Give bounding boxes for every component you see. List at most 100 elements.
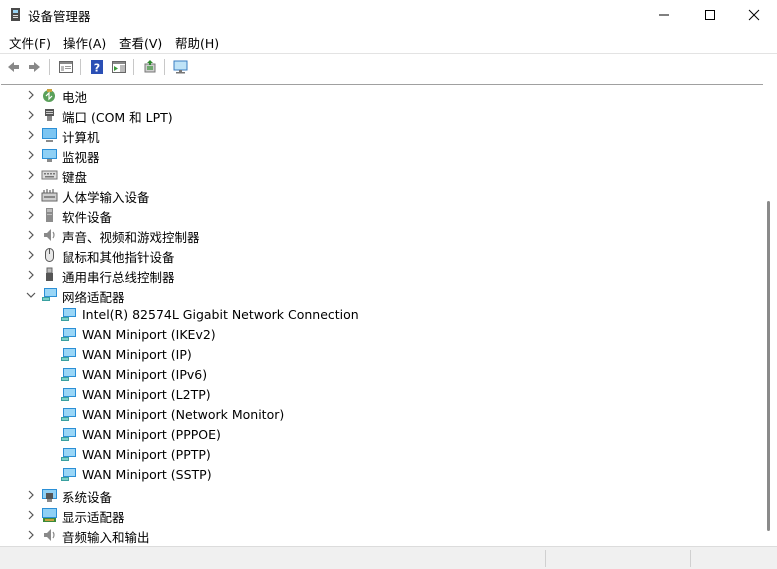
tree-item-display-adapters[interactable]: 显示适配器 <box>1 505 761 525</box>
chevron-right-icon[interactable] <box>25 109 37 121</box>
tree-child-label: WAN Miniport (L2TP) <box>82 387 211 402</box>
chevron-right-icon[interactable] <box>25 509 37 521</box>
tree-item-label: 人体学输入设备 <box>62 190 150 205</box>
minimize-button[interactable] <box>641 0 687 30</box>
chevron-right-icon[interactable] <box>25 189 37 201</box>
properties-pane-button[interactable] <box>56 57 76 77</box>
chevron-right-icon[interactable] <box>25 529 37 541</box>
chevron-right-icon[interactable] <box>25 129 37 141</box>
menu-file[interactable]: 文件(F) <box>9 33 51 52</box>
device-manager-icon <box>11 8 20 21</box>
chevron-right-icon[interactable] <box>25 489 37 501</box>
chevron-right-icon[interactable] <box>25 149 37 161</box>
tree-item-usb[interactable]: 通用串行总线控制器 <box>1 265 761 285</box>
minimize-icon <box>659 14 669 16</box>
tree-child-network-adapter[interactable]: WAN Miniport (L2TP) <box>1 385 761 405</box>
chevron-right-icon[interactable] <box>25 249 37 261</box>
audio-io-icon <box>44 529 55 541</box>
tree-item-label: 软件设备 <box>62 210 113 225</box>
help-button[interactable]: ? <box>87 57 107 77</box>
window-title: 设备管理器 <box>28 9 91 24</box>
svg-text:?: ? <box>94 62 100 75</box>
update-driver-button[interactable] <box>140 57 160 77</box>
tree-item-keyboards[interactable]: 键盘 <box>1 165 761 185</box>
tree-item-label: 声音、视频和游戏控制器 <box>62 230 200 245</box>
forward-button[interactable] <box>25 57 45 77</box>
scan-hardware-button[interactable] <box>171 57 191 77</box>
tree-child-network-adapter[interactable]: Intel(R) 82574L Gigabit Network Connecti… <box>1 305 761 325</box>
tree-child-network-adapter[interactable]: WAN Miniport (PPTP) <box>1 445 761 465</box>
hid-icon <box>41 189 58 202</box>
network-adapter-icon <box>61 448 76 461</box>
network-adapter-icon <box>61 368 76 381</box>
tree-child-label: WAN Miniport (SSTP) <box>82 467 212 482</box>
chevron-right-icon[interactable] <box>25 209 37 221</box>
forward-icon <box>29 62 40 72</box>
tree-item-label: 计算机 <box>62 130 100 145</box>
tree-child-label: WAN Miniport (Network Monitor) <box>82 407 285 422</box>
menu-help[interactable]: 帮助(H) <box>175 33 219 52</box>
chevron-right-icon[interactable] <box>25 229 37 241</box>
tree-child-network-adapter[interactable]: WAN Miniport (IP) <box>1 345 761 365</box>
tree-item-sound[interactable]: 声音、视频和游戏控制器 <box>1 225 761 245</box>
tree-child-network-adapter[interactable]: WAN Miniport (IKEv2) <box>1 325 761 345</box>
tree-item-label: 音频输入和输出 <box>62 530 150 545</box>
menu-bar: 文件(F) 操作(A) 查看(V) 帮助(H) <box>0 30 777 52</box>
back-icon <box>8 62 19 72</box>
computer-icon <box>42 128 57 142</box>
title-bar: 设备管理器 <box>0 0 777 30</box>
help-icon: ? <box>91 60 103 75</box>
chevron-right-icon[interactable] <box>25 169 37 181</box>
tree-item-label: 鼠标和其他指针设备 <box>62 250 175 265</box>
tree-item-audio-io[interactable]: 音频输入和输出 <box>1 525 761 545</box>
menu-view[interactable]: 查看(V) <box>119 33 162 52</box>
tree-item-ports[interactable]: 端口 (COM 和 LPT) <box>1 105 761 125</box>
menu-action[interactable]: 操作(A) <box>63 33 106 52</box>
tree-item-computer[interactable]: 计算机 <box>1 125 761 145</box>
close-button[interactable] <box>731 0 777 30</box>
maximize-button[interactable] <box>687 0 733 30</box>
monitor-icon <box>42 149 57 162</box>
network-adapter-icon <box>42 288 57 301</box>
network-adapter-icon <box>61 408 76 421</box>
update-driver-icon <box>144 60 156 73</box>
tree-item-label: 通用串行总线控制器 <box>62 270 175 285</box>
tree-item-network-adapters[interactable]: 网络适配器 <box>1 285 761 305</box>
tree-item-monitors[interactable]: 监视器 <box>1 145 761 165</box>
device-tree: 电池 端口 (COM 和 LPT) 计算机 监视器 键盘 人体学输入设备 软件设… <box>1 84 763 545</box>
network-adapter-icon <box>61 468 76 481</box>
toolbar: ? <box>0 53 777 79</box>
tree-child-network-adapter[interactable]: WAN Miniport (IPv6) <box>1 365 761 385</box>
tree-child-label: WAN Miniport (IKEv2) <box>82 327 216 342</box>
tree-item-mice[interactable]: 鼠标和其他指针设备 <box>1 245 761 265</box>
scan-hardware-icon <box>173 60 188 74</box>
action-pane-icon <box>112 61 126 73</box>
tree-child-network-adapter[interactable]: WAN Miniport (Network Monitor) <box>1 405 761 425</box>
toolbar-separator <box>49 59 50 75</box>
battery-icon <box>43 89 55 102</box>
scrollbar-thumb[interactable] <box>767 201 770 531</box>
action-pane-button[interactable] <box>109 57 129 77</box>
status-divider <box>690 550 691 567</box>
status-bar <box>0 546 777 569</box>
display-adapter-icon <box>42 508 57 522</box>
tree-child-network-adapter[interactable]: WAN Miniport (SSTP) <box>1 465 761 485</box>
toolbar-separator <box>80 59 81 75</box>
tree-child-label: WAN Miniport (PPTP) <box>82 447 211 462</box>
tree-item-label: 显示适配器 <box>62 510 125 525</box>
status-divider <box>545 550 546 567</box>
chevron-down-icon[interactable] <box>25 289 37 301</box>
software-device-icon <box>46 208 53 222</box>
tree-item-software-devices[interactable]: 软件设备 <box>1 205 761 225</box>
chevron-right-icon[interactable] <box>25 269 37 281</box>
tree-item-hid[interactable]: 人体学输入设备 <box>1 185 761 205</box>
tree-item-battery[interactable]: 电池 <box>1 85 761 105</box>
back-button[interactable] <box>3 57 23 77</box>
vertical-scrollbar[interactable] <box>763 84 777 545</box>
tree-child-label: Intel(R) 82574L Gigabit Network Connecti… <box>82 307 359 322</box>
tree-item-system-devices[interactable]: 系统设备 <box>1 485 761 505</box>
toolbar-separator <box>164 59 165 75</box>
tree-child-label: WAN Miniport (PPPOE) <box>82 427 221 442</box>
tree-child-network-adapter[interactable]: WAN Miniport (PPPOE) <box>1 425 761 445</box>
chevron-right-icon[interactable] <box>25 89 37 101</box>
